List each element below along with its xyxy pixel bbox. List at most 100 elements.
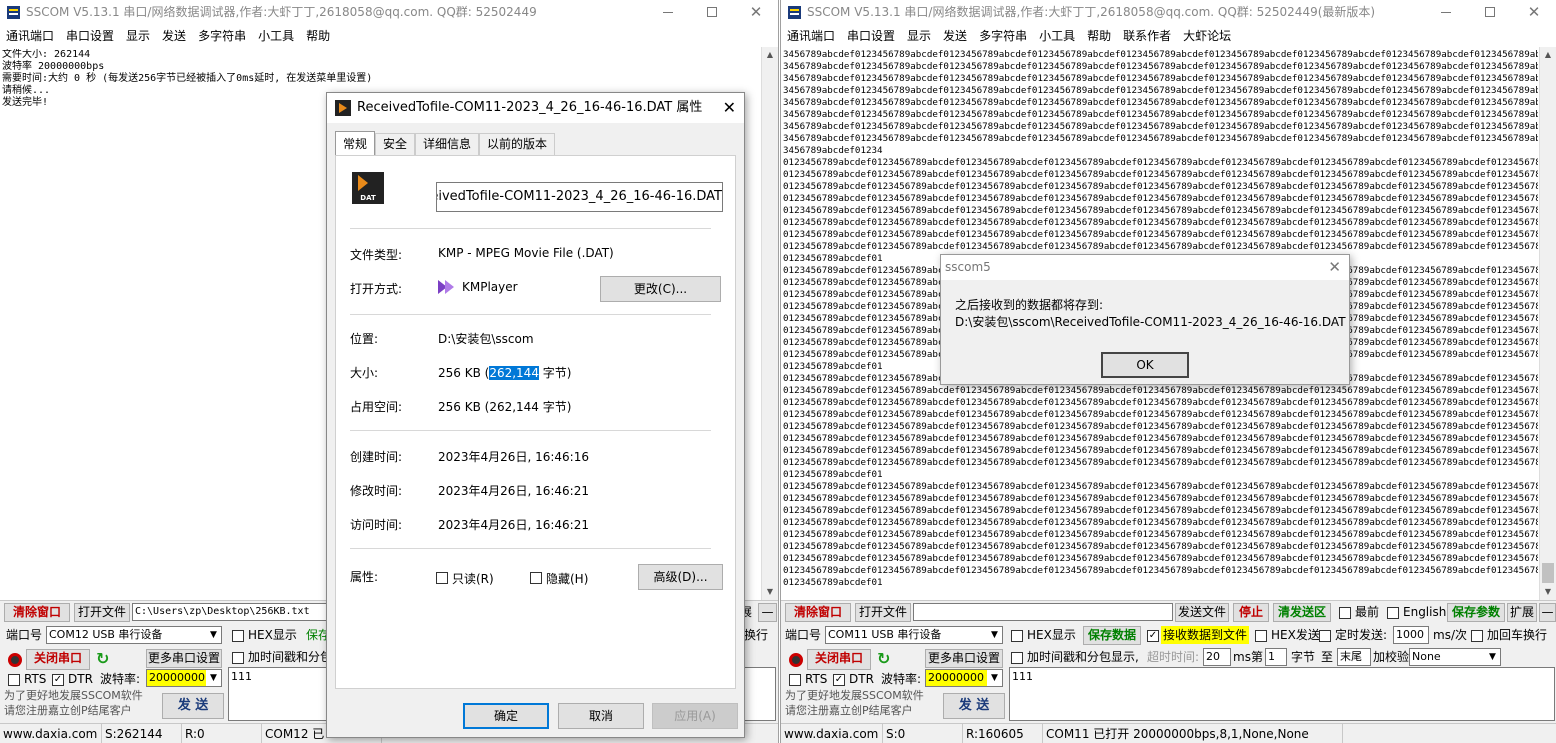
close-button[interactable]: ✕ bbox=[734, 0, 778, 25]
baud-select[interactable]: 20000000 ▼ bbox=[925, 669, 1003, 687]
menu-send[interactable]: 发送 bbox=[937, 27, 973, 46]
add-timestamp-checkbox[interactable] bbox=[1011, 652, 1023, 664]
port-select[interactable]: COM11 USB 串行设备 ▼ bbox=[825, 626, 1003, 644]
refresh-icon[interactable]: ↻ bbox=[877, 651, 890, 667]
stop-button[interactable]: 停止 bbox=[1233, 603, 1269, 622]
dtr-checkbox[interactable]: ✓ bbox=[833, 674, 845, 686]
filename-input[interactable]: ReceivedTofile-COM11-2023_4_26_16-46-16.… bbox=[436, 182, 723, 212]
send-button[interactable]: 发 送 bbox=[162, 693, 224, 719]
expand-button[interactable]: 扩展 bbox=[1507, 603, 1537, 622]
status-site[interactable]: www.daxia.com bbox=[0, 724, 102, 743]
recv-to-file-checkbox[interactable]: ✓ bbox=[1147, 630, 1159, 642]
tab-previous-versions[interactable]: 以前的版本 bbox=[479, 133, 556, 155]
dialog-title-bar[interactable]: ReceivedTofile-COM11-2023_4_26_16-46-16.… bbox=[327, 93, 744, 123]
byte-no-input[interactable]: 1 bbox=[1265, 648, 1287, 666]
status-sent: S:0 bbox=[883, 724, 963, 743]
ok-button[interactable]: OK bbox=[1101, 352, 1189, 378]
scroll-down-icon[interactable]: ▼ bbox=[762, 584, 778, 600]
receive-scrollbar[interactable]: ▲ ▼ bbox=[1539, 47, 1556, 600]
menu-comm-port[interactable]: 通讯端口 bbox=[781, 27, 841, 46]
menu-serial-settings[interactable]: 串口设置 bbox=[60, 27, 120, 46]
rts-checkbox[interactable] bbox=[8, 674, 20, 686]
timeout-input[interactable]: 20 bbox=[1203, 648, 1231, 666]
cancel-button[interactable]: 取消 bbox=[558, 703, 644, 729]
send-file-button[interactable]: 发送文件 bbox=[1175, 603, 1229, 622]
readonly-checkbox[interactable] bbox=[436, 572, 448, 584]
menu-tools[interactable]: 小工具 bbox=[1033, 27, 1081, 46]
minimize-button[interactable] bbox=[646, 0, 690, 25]
dialog-title[interactable]: sscom5 bbox=[941, 255, 1349, 280]
receive-scrollbar[interactable]: ▲ ▼ bbox=[761, 47, 778, 600]
send-button[interactable]: 发 送 bbox=[943, 693, 1005, 719]
more-serial-settings-button[interactable]: 更多串口设置 bbox=[146, 649, 222, 668]
recv-to-file-label[interactable]: 接收数据到文件 bbox=[1161, 626, 1250, 644]
timed-send-checkbox[interactable] bbox=[1319, 630, 1331, 642]
maximize-button[interactable] bbox=[690, 0, 734, 25]
menu-help[interactable]: 帮助 bbox=[1081, 27, 1117, 46]
menu-comm-port[interactable]: 通讯端口 bbox=[0, 27, 60, 46]
save-params-button[interactable]: 保存参数 bbox=[1447, 603, 1505, 622]
refresh-icon[interactable]: ↻ bbox=[96, 651, 109, 667]
hex-send-checkbox[interactable] bbox=[1255, 630, 1267, 642]
hidden-checkbox[interactable] bbox=[530, 572, 542, 584]
scroll-down-icon[interactable]: ▼ bbox=[1540, 584, 1556, 600]
tab-details[interactable]: 详细信息 bbox=[415, 133, 480, 155]
menu-multi-string[interactable]: 多字符串 bbox=[192, 27, 252, 46]
topmost-checkbox[interactable] bbox=[1339, 607, 1351, 619]
send-textarea[interactable]: 111 bbox=[1009, 667, 1555, 721]
baud-select[interactable]: 20000000 ▼ bbox=[146, 669, 222, 687]
checksum-select[interactable]: None ▼ bbox=[1409, 648, 1501, 666]
ok-button[interactable]: 确定 bbox=[463, 703, 549, 729]
scroll-up-icon[interactable]: ▲ bbox=[1540, 47, 1556, 63]
open-file-button[interactable]: 打开文件 bbox=[855, 603, 911, 622]
status-site[interactable]: www.daxia.com bbox=[781, 724, 883, 743]
more-serial-settings-button[interactable]: 更多串口设置 bbox=[925, 649, 1003, 668]
menu-contact-author[interactable]: 联系作者 bbox=[1117, 27, 1177, 46]
timed-interval-input[interactable]: 1000 bbox=[1393, 626, 1429, 644]
maximize-button[interactable] bbox=[1468, 0, 1512, 25]
close-icon[interactable]: ✕ bbox=[1328, 255, 1341, 280]
close-button[interactable]: ✕ bbox=[1512, 0, 1556, 25]
chevron-down-icon: ▼ bbox=[987, 670, 1002, 686]
minimize-button[interactable] bbox=[1424, 0, 1468, 25]
dtr-checkbox[interactable]: ✓ bbox=[52, 674, 64, 686]
menu-serial-settings[interactable]: 串口设置 bbox=[841, 27, 901, 46]
file-path-input[interactable] bbox=[913, 603, 1173, 621]
menu-tools[interactable]: 小工具 bbox=[252, 27, 300, 46]
apply-button[interactable]: 应用(A) bbox=[652, 703, 738, 729]
hex-display-checkbox[interactable] bbox=[232, 630, 244, 642]
scroll-up-icon[interactable]: ▲ bbox=[762, 47, 778, 63]
add-timestamp-checkbox[interactable] bbox=[232, 652, 244, 664]
menu-send[interactable]: 发送 bbox=[156, 27, 192, 46]
collapse-button[interactable]: — bbox=[1539, 603, 1556, 622]
scroll-thumb[interactable] bbox=[1542, 563, 1554, 583]
file-path-input[interactable]: C:\Users\zp\Desktop\256KB.txt bbox=[132, 603, 332, 621]
advanced-button[interactable]: 高级(D)... bbox=[638, 564, 723, 590]
change-button[interactable]: 更改(C)... bbox=[600, 276, 721, 302]
english-checkbox[interactable] bbox=[1387, 607, 1399, 619]
close-port-button[interactable]: 关闭串口 bbox=[807, 649, 871, 670]
port-label: 端口号 bbox=[6, 628, 43, 642]
port-select[interactable]: COM12 USB 串行设备 ▼ bbox=[46, 626, 222, 644]
menu-display[interactable]: 显示 bbox=[120, 27, 156, 46]
menu-forum[interactable]: 大虾论坛 bbox=[1177, 27, 1237, 46]
clear-window-button[interactable]: 清除窗口 bbox=[4, 603, 70, 622]
hex-display-checkbox[interactable] bbox=[1011, 630, 1023, 642]
clear-send-button[interactable]: 清发送区 bbox=[1273, 603, 1331, 622]
add-crlf-checkbox[interactable] bbox=[1471, 630, 1483, 642]
tab-general[interactable]: 常规 bbox=[335, 131, 376, 155]
tail-select[interactable]: 末尾 bbox=[1337, 648, 1371, 666]
close-icon[interactable]: ✕ bbox=[723, 93, 736, 123]
menu-help[interactable]: 帮助 bbox=[300, 27, 336, 46]
menu-display[interactable]: 显示 bbox=[901, 27, 937, 46]
close-port-button[interactable]: 关闭串口 bbox=[26, 649, 90, 670]
size-selected-bytes[interactable]: 262,144 bbox=[489, 366, 539, 380]
open-file-button[interactable]: 打开文件 bbox=[74, 603, 130, 622]
clear-window-button[interactable]: 清除窗口 bbox=[785, 603, 851, 622]
receive-line: 0123456789abcdef0123456789abcdef01234567… bbox=[783, 541, 1538, 552]
save-data-button[interactable]: 保存数据 bbox=[1083, 626, 1141, 645]
collapse-button[interactable]: — bbox=[758, 603, 777, 622]
menu-multi-string[interactable]: 多字符串 bbox=[973, 27, 1033, 46]
tab-security[interactable]: 安全 bbox=[375, 133, 416, 155]
rts-checkbox[interactable] bbox=[789, 674, 801, 686]
